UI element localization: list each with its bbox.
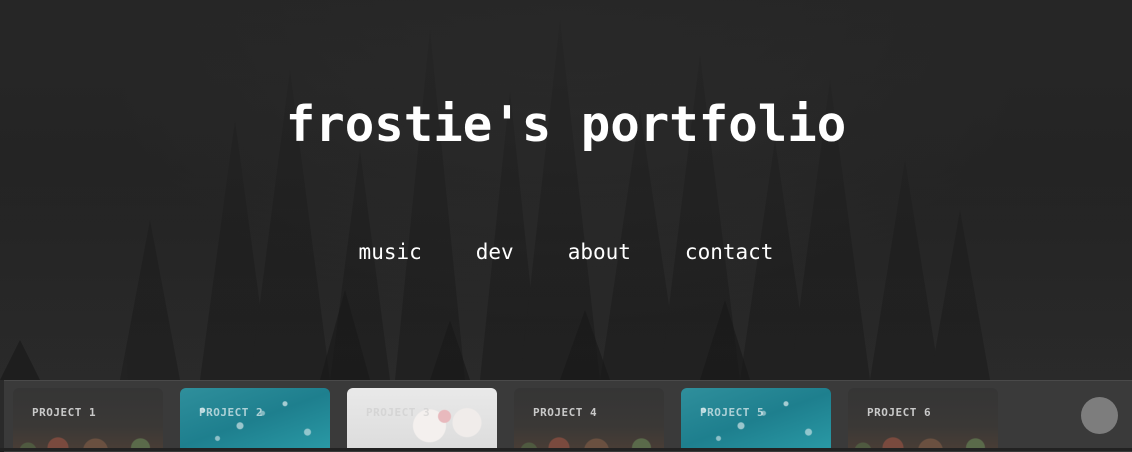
project-card-2[interactable]: PROJECT 2 [180, 388, 330, 451]
project-label: PROJECT 5 [700, 406, 765, 419]
project-card-5[interactable]: PROJECT 5 [681, 388, 831, 451]
project-label: PROJECT 4 [533, 406, 598, 419]
project-card-1[interactable]: PROJECT 1 [13, 388, 163, 451]
project-card-4[interactable]: PROJECT 4 [514, 388, 664, 451]
project-card-3[interactable]: PROJECT 3 [347, 388, 497, 451]
nav-link-dev[interactable]: dev [476, 240, 514, 264]
project-label: PROJECT 1 [32, 406, 97, 419]
nav-link-music[interactable]: music [359, 240, 422, 264]
nav-link-contact[interactable]: contact [685, 240, 774, 264]
project-label: PROJECT 3 [366, 406, 431, 419]
project-label: PROJECT 6 [867, 406, 932, 419]
page-title: frostie's portfolio [285, 96, 847, 153]
hero-background: frostie's portfolio music dev about cont… [0, 0, 1132, 380]
main-nav: music dev about contact [0, 240, 1132, 264]
circle-button-icon[interactable] [1081, 397, 1118, 434]
project-label: PROJECT 2 [199, 406, 264, 419]
nav-link-about[interactable]: about [568, 240, 631, 264]
project-card-6[interactable]: PROJECT 6 [848, 388, 998, 451]
misty-forest-image [0, 0, 1132, 380]
